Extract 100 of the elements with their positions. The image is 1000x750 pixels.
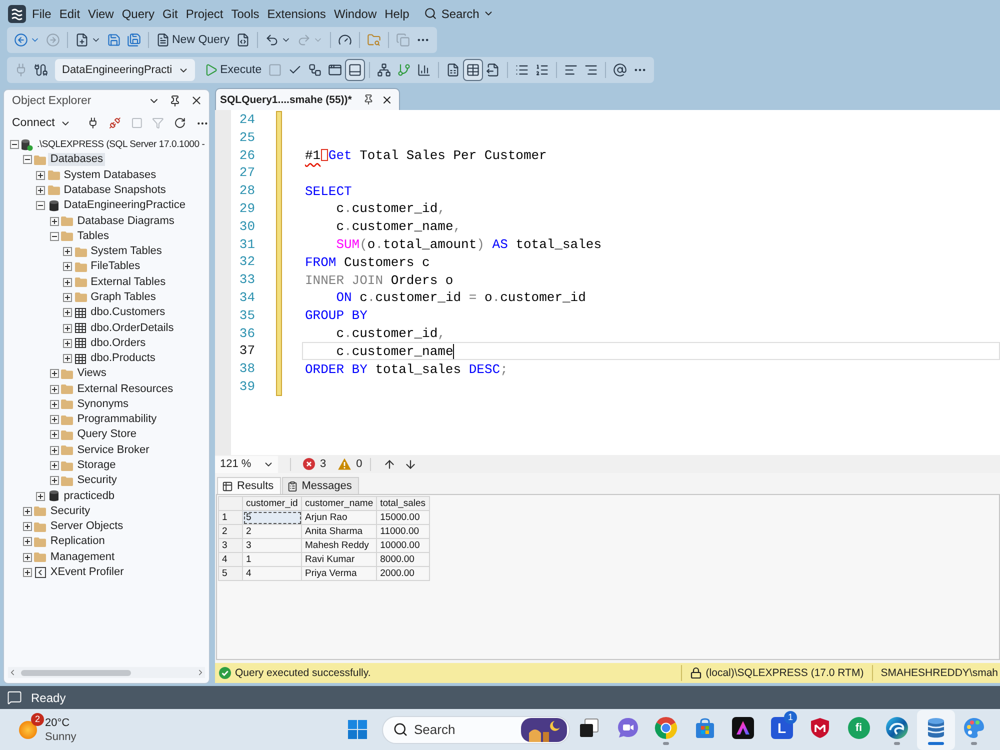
connect-button[interactable]: Connect (10, 117, 73, 129)
minus-box-icon[interactable] (36, 201, 46, 210)
column-header[interactable]: total_sales (376, 496, 430, 510)
plus-box-icon[interactable] (63, 308, 72, 318)
table-cell[interactable]: 4 (242, 566, 302, 580)
tree-item[interactable]: External Tables (88, 276, 168, 289)
close-icon[interactable] (380, 94, 393, 106)
minus-box-icon[interactable] (50, 232, 59, 241)
toolbar-button[interactable]: New Query (153, 29, 233, 51)
table-cell[interactable]: 5 (242, 510, 302, 524)
tree-item[interactable]: FileTables (88, 260, 142, 274)
close-icon[interactable] (190, 94, 203, 107)
tree-item[interactable]: Security (75, 474, 119, 488)
table-cell[interactable]: 3 (242, 538, 302, 552)
tree-item[interactable]: Programmability (75, 413, 159, 426)
tree-item[interactable]: practicedb (62, 490, 117, 503)
plus-box-icon[interactable] (22, 552, 32, 562)
tree-item[interactable]: Graph Tables (88, 290, 158, 304)
table-cell[interactable]: 11000.00 (376, 524, 430, 538)
table-cell[interactable]: 1 (242, 552, 302, 566)
toolbar-button[interactable] (344, 59, 365, 81)
plus-box-icon[interactable] (50, 369, 59, 378)
plus-box-icon[interactable] (50, 461, 59, 470)
plus-box-icon[interactable] (36, 170, 46, 180)
search-menu[interactable]: Search (421, 4, 498, 24)
tree-item[interactable]: DataEngineeringPractice (62, 199, 188, 212)
tree-item[interactable]: Views (75, 367, 108, 380)
plus-box-icon[interactable] (63, 354, 72, 364)
tree-item[interactable]: Database Diagrams (75, 214, 176, 228)
plus-box-icon[interactable] (63, 247, 72, 256)
tree-item[interactable]: Management (48, 550, 117, 564)
table-cell[interactable]: Anita Sharma (302, 524, 377, 538)
tree-item[interactable]: Tables (75, 230, 111, 243)
taskbar-button[interactable]: L 1 (762, 710, 801, 750)
plus-box-icon[interactable] (36, 492, 46, 501)
plus-box-icon[interactable] (50, 415, 59, 424)
plus-box-icon[interactable] (50, 384, 59, 394)
minus-box-icon[interactable] (10, 140, 18, 150)
toolbar-button[interactable]: Execute (201, 59, 265, 81)
menu-item[interactable]: Git (158, 4, 182, 24)
tree-item[interactable]: dbo.Orders (88, 336, 148, 350)
results-tab[interactable]: Results (217, 477, 281, 494)
plus-box-icon[interactable] (50, 430, 59, 440)
tree-item[interactable]: Security (48, 504, 92, 518)
table-cell[interactable]: 2000.00 (376, 566, 430, 580)
plus-box-icon[interactable] (50, 476, 59, 486)
unplug-icon[interactable] (108, 117, 121, 129)
plus-box-icon[interactable] (50, 446, 59, 455)
search-input[interactable]: Search (414, 722, 515, 737)
scroll-left-icon[interactable] (8, 668, 17, 677)
tree-item[interactable]: .\SQLEXPRESS (SQL Server 17.0.1000 - (35, 138, 207, 152)
minus-box-icon[interactable] (22, 155, 32, 164)
menu-item[interactable]: Query (118, 4, 159, 24)
plus-box-icon[interactable] (50, 400, 59, 409)
plug-icon[interactable] (86, 117, 99, 129)
tree-item[interactable]: Service Broker (75, 444, 152, 457)
database-dropdown[interactable]: DataEngineeringPracti (55, 59, 196, 81)
table-cell[interactable]: 15000.00 (376, 510, 430, 524)
menu-item[interactable]: Project (182, 4, 228, 24)
table-cell[interactable]: 8000.00 (376, 552, 430, 566)
tree-item[interactable]: Server Objects (48, 520, 126, 534)
search-field[interactable]: Search (382, 716, 570, 744)
plus-box-icon[interactable] (63, 278, 72, 287)
zoom-dropdown[interactable]: 121 % (215, 456, 278, 472)
table-cell[interactable]: Arjun Rao (302, 510, 377, 524)
tree-item[interactable]: dbo.Customers (88, 306, 168, 320)
menu-item[interactable]: Tools (227, 4, 264, 24)
tree-item[interactable]: Synonyms (75, 398, 131, 411)
table-cell[interactable]: 10000.00 (376, 538, 430, 552)
scroll-right-icon[interactable] (196, 668, 205, 677)
menu-item[interactable]: Help (380, 4, 414, 24)
plus-box-icon[interactable] (22, 568, 32, 578)
results-tab[interactable]: Messages (282, 477, 359, 494)
toolbar-button[interactable] (462, 59, 483, 81)
scrollbar-thumb[interactable] (21, 670, 131, 676)
plus-box-icon[interactable] (63, 338, 72, 348)
tree-item[interactable]: dbo.Products (88, 352, 158, 366)
tree-item[interactable]: System Databases (62, 168, 158, 182)
tree-item[interactable]: Replication (48, 535, 107, 548)
plus-box-icon[interactable] (50, 216, 59, 226)
menu-item[interactable]: File (28, 4, 56, 24)
column-header[interactable]: customer_id (242, 496, 302, 510)
tree-item[interactable]: XEvent Profiler (48, 566, 126, 580)
table-cell[interactable]: 2 (242, 524, 302, 538)
refresh-icon[interactable] (174, 117, 186, 129)
tree-item[interactable]: External Resources (75, 382, 176, 396)
tree-item[interactable]: Storage (75, 459, 118, 472)
pin-icon[interactable] (169, 94, 181, 106)
editor-tab[interactable]: SQLQuery1....smahe (55))* (215, 88, 400, 110)
plus-box-icon[interactable] (63, 292, 72, 302)
table-cell[interactable]: Priya Verma (302, 566, 377, 580)
plus-box-icon[interactable] (63, 324, 72, 333)
menu-item[interactable]: Window (330, 4, 381, 24)
menu-item[interactable]: View (84, 4, 118, 24)
plus-box-icon[interactable] (63, 262, 72, 272)
pin-icon[interactable] (362, 94, 374, 105)
tree-item[interactable]: Query Store (75, 428, 138, 442)
plus-box-icon[interactable] (22, 506, 32, 516)
plus-box-icon[interactable] (36, 186, 46, 195)
menu-item[interactable]: Extensions (263, 4, 330, 24)
